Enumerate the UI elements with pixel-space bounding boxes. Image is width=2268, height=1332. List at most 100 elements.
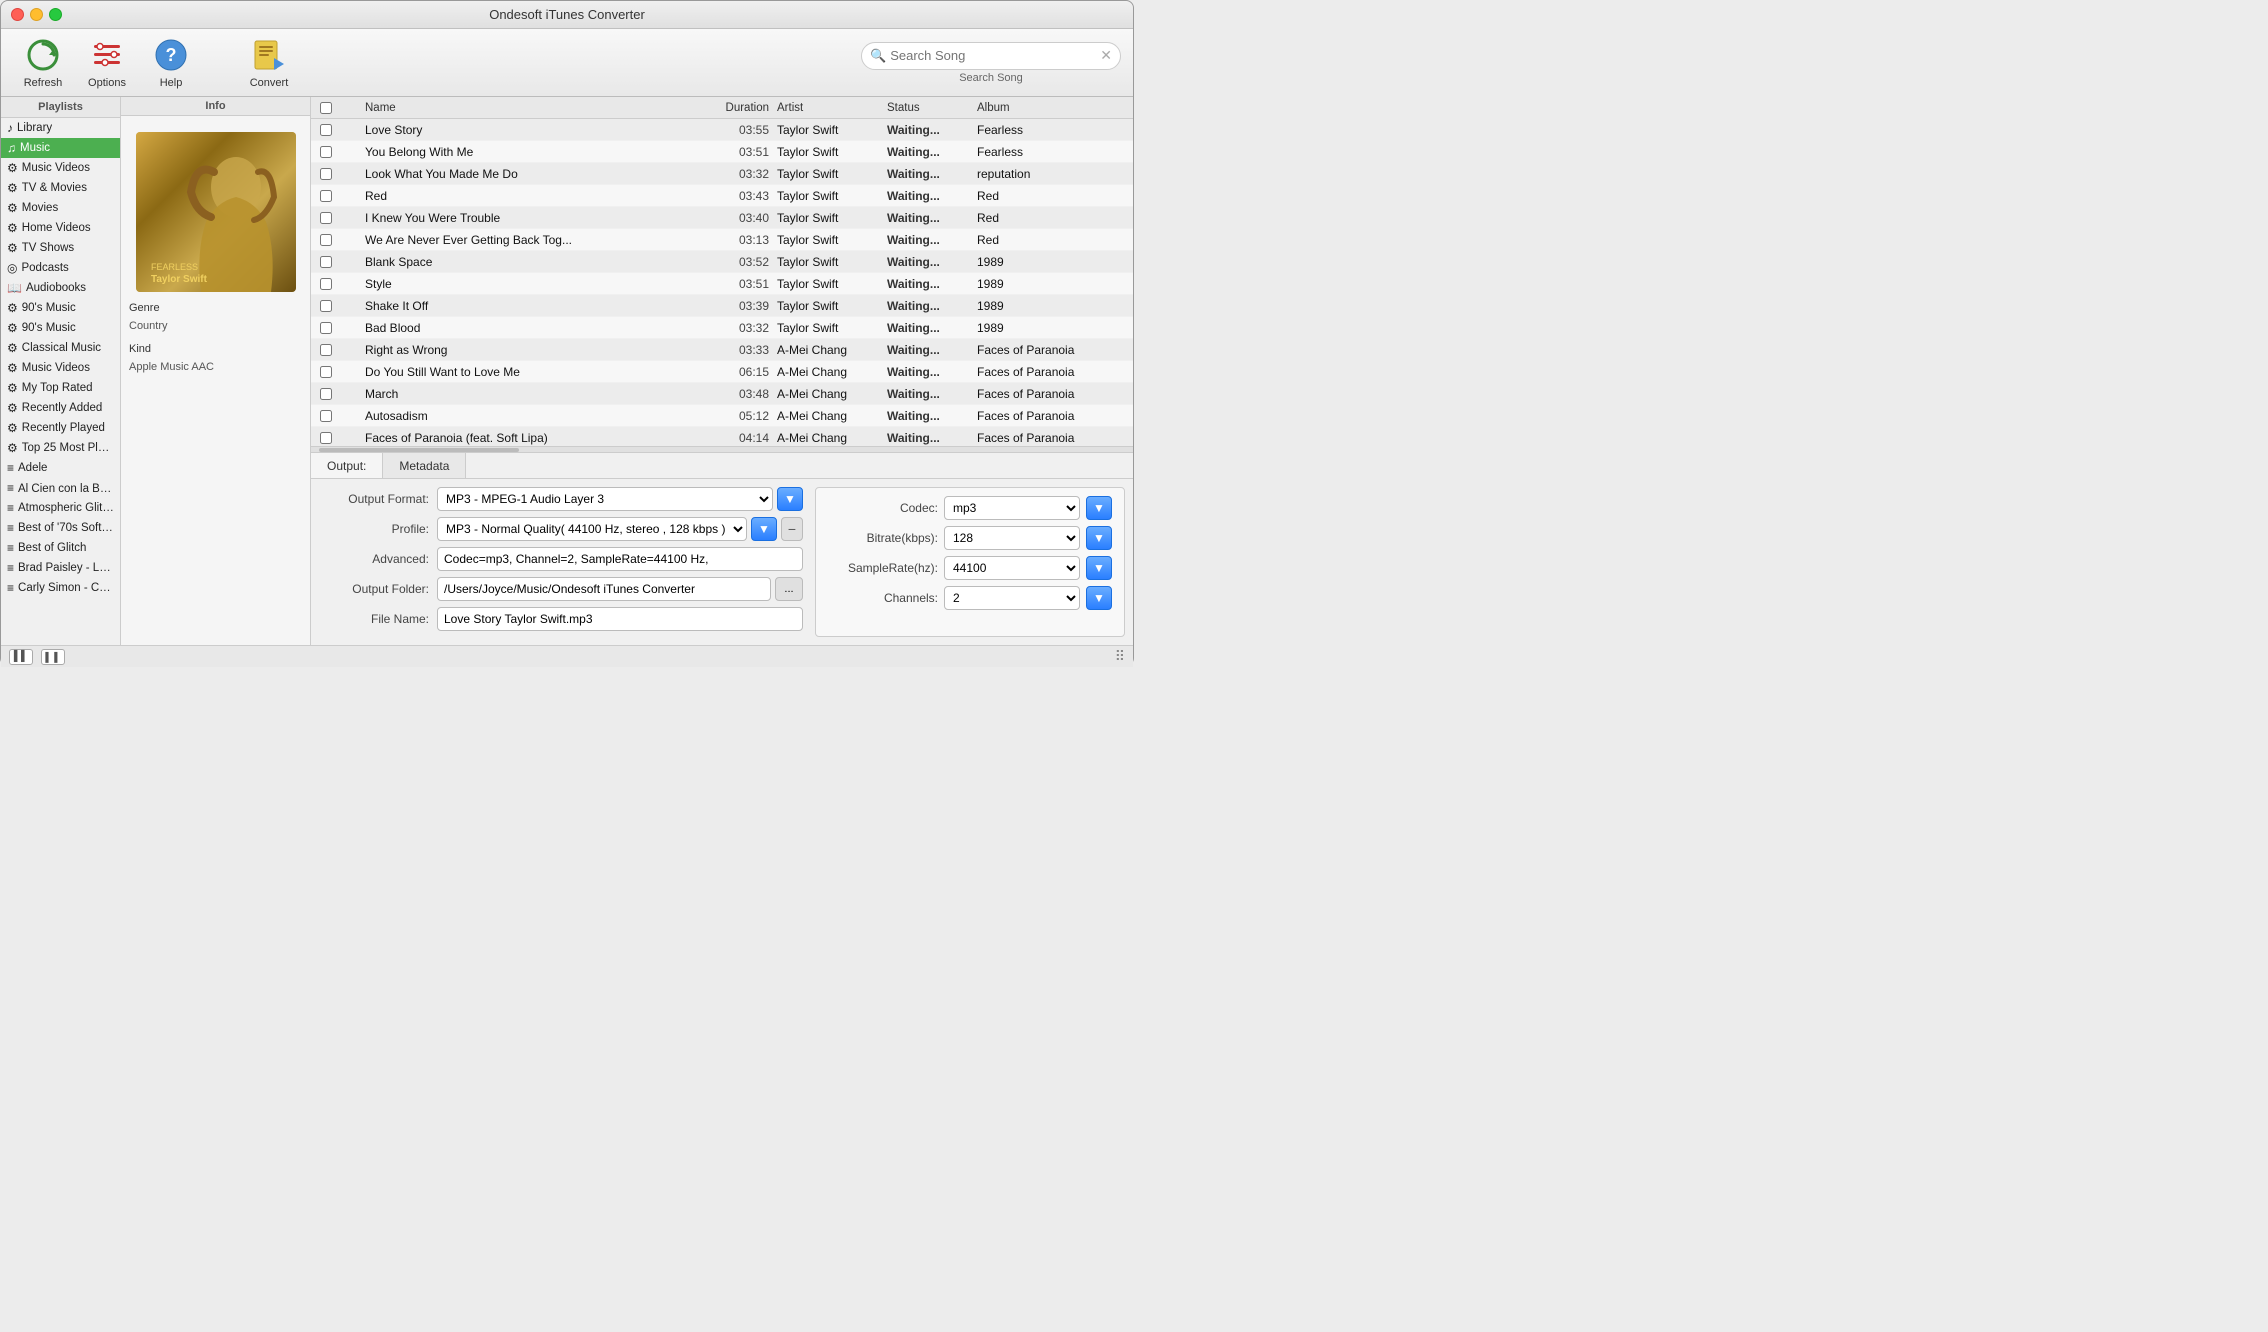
- table-row[interactable]: Do You Still Want to Love Me 06:15 A-Mei…: [311, 361, 1133, 383]
- format-select[interactable]: MP3 - MPEG-1 Audio Layer 3: [437, 487, 773, 511]
- sidebar-item-classical[interactable]: ⚙Classical Music: [1, 338, 120, 358]
- table-row[interactable]: Autosadism 05:12 A-Mei Chang Waiting... …: [311, 405, 1133, 427]
- track-checkbox-12[interactable]: [320, 388, 332, 400]
- track-checkbox-1[interactable]: [320, 146, 332, 158]
- format-dropdown-btn[interactable]: ▼: [777, 487, 803, 511]
- sidebar-item-atmospheric[interactable]: ≡Atmospheric Glitch: [1, 498, 120, 518]
- sidebar-item-tv-movies[interactable]: ⚙TV & Movies: [1, 178, 120, 198]
- sidebar-label-movies: Movies: [22, 202, 58, 214]
- profile-minus-btn[interactable]: −: [781, 517, 803, 541]
- search-input[interactable]: [890, 48, 1096, 63]
- table-row[interactable]: Style 03:51 Taylor Swift Waiting... 1989: [311, 273, 1133, 295]
- sidebar-item-music-videos[interactable]: ⚙Music Videos: [1, 158, 120, 178]
- sidebar-item-music-videos-2[interactable]: ⚙Music Videos: [1, 358, 120, 378]
- minimize-button[interactable]: [30, 8, 43, 21]
- table-row[interactable]: I Knew You Were Trouble 03:40 Taylor Swi…: [311, 207, 1133, 229]
- codec-dropdown-btn[interactable]: ▼: [1086, 496, 1112, 520]
- filename-input[interactable]: [437, 607, 803, 631]
- clear-search-icon[interactable]: ✕: [1100, 47, 1112, 64]
- convert-button[interactable]: Convert: [239, 34, 299, 92]
- play-button[interactable]: ▌▌: [9, 649, 33, 665]
- refresh-button[interactable]: Refresh: [13, 34, 73, 92]
- table-row[interactable]: Love Story 03:55 Taylor Swift Waiting...…: [311, 119, 1133, 141]
- track-checkbox-5[interactable]: [320, 234, 332, 246]
- sidebar-item-podcasts[interactable]: ◎Podcasts: [1, 258, 120, 278]
- sidebar-item-tv-shows[interactable]: ⚙TV Shows: [1, 238, 120, 258]
- codec-select[interactable]: mp3: [944, 496, 1080, 520]
- advanced-label: Advanced:: [319, 552, 429, 566]
- sidebar-item-library[interactable]: ♪Library: [1, 118, 120, 138]
- sidebar-item-top-rated[interactable]: ⚙My Top Rated: [1, 378, 120, 398]
- track-checkbox-0[interactable]: [320, 124, 332, 136]
- table-row[interactable]: We Are Never Ever Getting Back Tog... 03…: [311, 229, 1133, 251]
- sidebar-item-90s-music[interactable]: ⚙90's Music: [1, 298, 120, 318]
- track-checkbox-9[interactable]: [320, 322, 332, 334]
- track-checkbox-3[interactable]: [320, 190, 332, 202]
- table-row[interactable]: Shake It Off 03:39 Taylor Swift Waiting.…: [311, 295, 1133, 317]
- track-checkbox-6[interactable]: [320, 256, 332, 268]
- folder-input[interactable]: [437, 577, 771, 601]
- select-all-checkbox[interactable]: [320, 102, 332, 114]
- sidebar-item-adele[interactable]: ≡Adele: [1, 458, 120, 478]
- channels-dropdown-btn[interactable]: ▼: [1086, 586, 1112, 610]
- resize-handle[interactable]: ⠿: [1115, 648, 1125, 665]
- table-row[interactable]: March 03:48 A-Mei Chang Waiting... Faces…: [311, 383, 1133, 405]
- help-button[interactable]: ? Help: [141, 34, 201, 92]
- sidebar-item-movies[interactable]: ⚙Movies: [1, 198, 120, 218]
- track-name: March: [361, 387, 707, 401]
- profile-dropdown-btn[interactable]: ▼: [751, 517, 777, 541]
- track-artist: Taylor Swift: [777, 145, 887, 159]
- options-button[interactable]: Options: [77, 34, 137, 92]
- maximize-button[interactable]: [49, 8, 62, 21]
- pause-button[interactable]: ▌ ▌: [41, 649, 65, 665]
- sidebar-item-brad-paisley[interactable]: ≡Brad Paisley - Love and Wa...: [1, 558, 120, 578]
- table-row[interactable]: Faces of Paranoia (feat. Soft Lipa) 04:1…: [311, 427, 1133, 446]
- table-row[interactable]: Right as Wrong 03:33 A-Mei Chang Waiting…: [311, 339, 1133, 361]
- sidebar-item-music[interactable]: ♫Music: [1, 138, 120, 158]
- folder-label: Output Folder:: [319, 582, 429, 596]
- table-row[interactable]: You Belong With Me 03:51 Taylor Swift Wa…: [311, 141, 1133, 163]
- table-row[interactable]: Bad Blood 03:32 Taylor Swift Waiting... …: [311, 317, 1133, 339]
- samplerate-select[interactable]: 44100: [944, 556, 1080, 580]
- track-checkbox-13[interactable]: [320, 410, 332, 422]
- sidebar-item-al-cien[interactable]: ≡Al Cien con la Banda 💯: [1, 478, 120, 498]
- track-checkbox-14[interactable]: [320, 432, 332, 444]
- track-duration: 05:12: [707, 409, 777, 423]
- sidebar-item-best-glitch[interactable]: ≡Best of Glitch: [1, 538, 120, 558]
- browse-btn[interactable]: ...: [775, 577, 803, 601]
- track-artist: A-Mei Chang: [777, 343, 887, 357]
- sidebar-item-carly-simon[interactable]: ≡Carly Simon - Chimes of...: [1, 578, 120, 598]
- advanced-input[interactable]: [437, 547, 803, 571]
- track-checkbox-8[interactable]: [320, 300, 332, 312]
- tab-output[interactable]: Output:: [311, 453, 383, 478]
- profile-select[interactable]: MP3 - Normal Quality( 44100 Hz, stereo ,…: [437, 517, 747, 541]
- sidebar-label-music-videos: Music Videos: [22, 162, 90, 174]
- track-checkbox-11[interactable]: [320, 366, 332, 378]
- sidebar-item-recently-added[interactable]: ⚙Recently Added: [1, 398, 120, 418]
- sidebar-item-top-25[interactable]: ⚙Top 25 Most Played: [1, 438, 120, 458]
- channels-select[interactable]: 2: [944, 586, 1080, 610]
- track-duration: 06:15: [707, 365, 777, 379]
- track-checkbox-10[interactable]: [320, 344, 332, 356]
- track-artist: Taylor Swift: [777, 189, 887, 203]
- sidebar-item-audiobooks[interactable]: 📖Audiobooks: [1, 278, 120, 298]
- track-checkbox-4[interactable]: [320, 212, 332, 224]
- sidebar-item-recently-played[interactable]: ⚙Recently Played: [1, 418, 120, 438]
- sidebar-icon-90s-music-2: ⚙: [7, 321, 18, 335]
- sidebar-label-best-glitch: Best of Glitch: [18, 542, 86, 554]
- bitrate-select[interactable]: 128: [944, 526, 1080, 550]
- samplerate-dropdown-btn[interactable]: ▼: [1086, 556, 1112, 580]
- track-status: Waiting...: [887, 123, 977, 137]
- track-checkbox-7[interactable]: [320, 278, 332, 290]
- track-checkbox-2[interactable]: [320, 168, 332, 180]
- bitrate-dropdown-btn[interactable]: ▼: [1086, 526, 1112, 550]
- sidebar-item-90s-music-2[interactable]: ⚙90's Music: [1, 318, 120, 338]
- genre-label: Genre: [129, 300, 302, 318]
- close-button[interactable]: [11, 8, 24, 21]
- sidebar-item-home-videos[interactable]: ⚙Home Videos: [1, 218, 120, 238]
- table-row[interactable]: Red 03:43 Taylor Swift Waiting... Red: [311, 185, 1133, 207]
- sidebar-item-best-70s[interactable]: ≡Best of '70s Soft Rock: [1, 518, 120, 538]
- table-row[interactable]: Look What You Made Me Do 03:32 Taylor Sw…: [311, 163, 1133, 185]
- tab-metadata[interactable]: Metadata: [383, 453, 466, 478]
- table-row[interactable]: Blank Space 03:52 Taylor Swift Waiting..…: [311, 251, 1133, 273]
